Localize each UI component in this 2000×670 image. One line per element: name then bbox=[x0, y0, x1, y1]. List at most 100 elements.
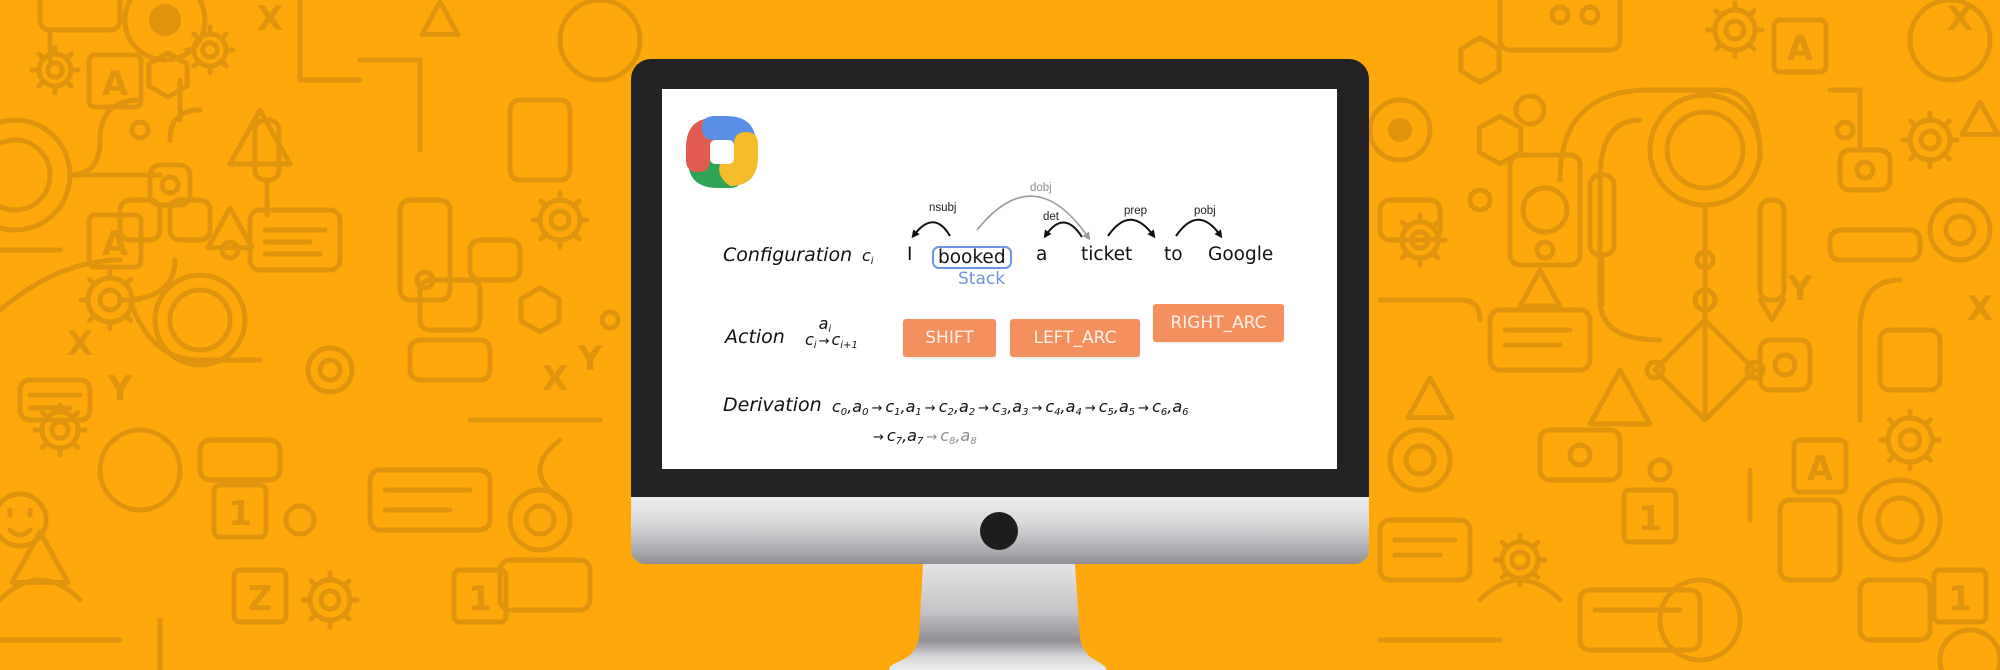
circle-node bbox=[523, 503, 557, 537]
derivation-arrow: → bbox=[1138, 401, 1150, 416]
circle-node bbox=[1834, 119, 1856, 141]
derivation-arrow: → bbox=[978, 401, 990, 416]
gear-icon bbox=[1430, 250, 1441, 261]
gear-icon bbox=[191, 31, 202, 42]
derivation-arrow: → bbox=[924, 401, 936, 416]
triangle-icon bbox=[419, 0, 461, 37]
derivation-term: c8,a8 bbox=[940, 426, 977, 447]
derivation-term: c5,a5 bbox=[1098, 397, 1136, 418]
circle-node bbox=[0, 117, 73, 233]
circle-node bbox=[167, 287, 233, 353]
letter-y-icon: Y bbox=[107, 369, 133, 409]
gear-icon bbox=[1509, 549, 1531, 571]
left-arc-button[interactable]: LEFT_ARC bbox=[1010, 319, 1140, 357]
arc-prep bbox=[1107, 218, 1156, 239]
circle-node bbox=[1943, 213, 1977, 247]
gear-icon bbox=[548, 208, 572, 232]
gear-icon bbox=[1897, 427, 1923, 453]
derivation-term: c1,a1 bbox=[885, 397, 922, 418]
gear-icon bbox=[97, 287, 123, 313]
circuit-line bbox=[7, 527, 33, 538]
derivation-arrow: → bbox=[1084, 401, 1096, 416]
letter-x-icon: X bbox=[67, 324, 93, 364]
derivation-arrow: → bbox=[871, 401, 883, 416]
device-icon bbox=[397, 197, 453, 303]
derivation-arrow: → bbox=[1031, 401, 1043, 416]
gear-icon bbox=[1941, 151, 1952, 162]
word-booked-stack: booked bbox=[932, 246, 1012, 269]
circuit-line bbox=[1757, 297, 1787, 323]
word-ticket: ticket bbox=[1081, 244, 1133, 265]
circle-node bbox=[1520, 185, 1570, 235]
letter-x-icon: X bbox=[257, 0, 283, 39]
gear-icon bbox=[200, 40, 220, 60]
derivation-sequence-line1: c0,a0 → c1,a1 → c2,a2 → c3,a3 → c4,a4 → c5,a5 → c6,a… bbox=[832, 397, 1189, 418]
circle-node bbox=[1647, 457, 1673, 483]
derivation-label: Derivation bbox=[723, 394, 822, 416]
gear-icon bbox=[45, 60, 65, 80]
right-arc-button[interactable]: RIGHT_ARC bbox=[1153, 304, 1284, 342]
device-icon bbox=[1857, 577, 1933, 643]
hexagon-icon bbox=[1458, 35, 1502, 85]
letter-x-icon: X bbox=[1967, 289, 1993, 329]
gear-icon bbox=[70, 440, 81, 451]
gear-icon bbox=[70, 409, 81, 420]
gear-icon bbox=[1886, 416, 1897, 427]
gear-icon bbox=[1923, 453, 1934, 464]
arc-label-nsubj: nsubj bbox=[929, 202, 957, 214]
device-icon bbox=[1777, 497, 1843, 583]
device-icon bbox=[367, 467, 493, 533]
monitor-stand bbox=[889, 564, 1107, 670]
derivation-arrow: → bbox=[926, 430, 938, 445]
gear-icon bbox=[1430, 219, 1441, 230]
gear-icon bbox=[1908, 118, 1919, 129]
configuration-symbol: ci bbox=[862, 246, 874, 267]
device-icon bbox=[1757, 337, 1813, 393]
circuit-line bbox=[1377, 297, 1483, 323]
circle-node bbox=[1549, 4, 1571, 26]
letter-a-icon: A bbox=[1807, 449, 1834, 489]
circle-node bbox=[283, 503, 317, 537]
gear-icon bbox=[86, 276, 97, 287]
gear-icon bbox=[1746, 8, 1757, 19]
arc-label-pobj: pobj bbox=[1194, 205, 1216, 217]
arc-pobj bbox=[1175, 218, 1223, 239]
monitor-logo-dot bbox=[980, 512, 1018, 550]
gear-icon bbox=[1918, 128, 1942, 152]
gear-icon bbox=[39, 440, 50, 451]
arc-dobj bbox=[976, 195, 1091, 241]
device-icon bbox=[497, 557, 593, 613]
gear-icon bbox=[1746, 41, 1757, 52]
letter-x-icon: X bbox=[542, 359, 568, 399]
gear-icon bbox=[308, 611, 319, 622]
triangle-icon bbox=[1959, 99, 2000, 137]
hexagon-icon bbox=[518, 285, 562, 335]
circle-node bbox=[1513, 93, 1547, 127]
shift-button[interactable]: SHIFT bbox=[903, 319, 996, 357]
word-i: I bbox=[907, 244, 913, 265]
derivation-term: c0,a0 bbox=[832, 397, 869, 418]
device-icon bbox=[1827, 227, 1923, 263]
circle-node bbox=[1937, 627, 2000, 670]
gear-icon bbox=[341, 611, 352, 622]
triangle-icon bbox=[1405, 375, 1455, 421]
circle-node bbox=[1854, 159, 1876, 181]
circle-node bbox=[97, 427, 183, 513]
device-icon bbox=[252, 117, 282, 183]
circle-node bbox=[0, 137, 53, 213]
device-icon bbox=[1377, 517, 1473, 583]
circle-node bbox=[1875, 495, 1925, 545]
device-icon bbox=[197, 437, 283, 483]
gear-icon bbox=[191, 58, 202, 69]
letter-y-icon: Y bbox=[1787, 269, 1813, 309]
circle-node bbox=[305, 345, 355, 395]
device-icon bbox=[1377, 197, 1443, 243]
circle-node bbox=[1664, 109, 1746, 191]
gear-icon bbox=[1723, 18, 1747, 42]
letter-z-icon: Z bbox=[248, 579, 273, 619]
arc-nsubj bbox=[911, 221, 951, 239]
device-icon bbox=[1757, 197, 1787, 303]
device-icon bbox=[37, 0, 123, 33]
letter-1-icon: 1 bbox=[1948, 579, 1972, 619]
gear-icon bbox=[39, 409, 50, 420]
